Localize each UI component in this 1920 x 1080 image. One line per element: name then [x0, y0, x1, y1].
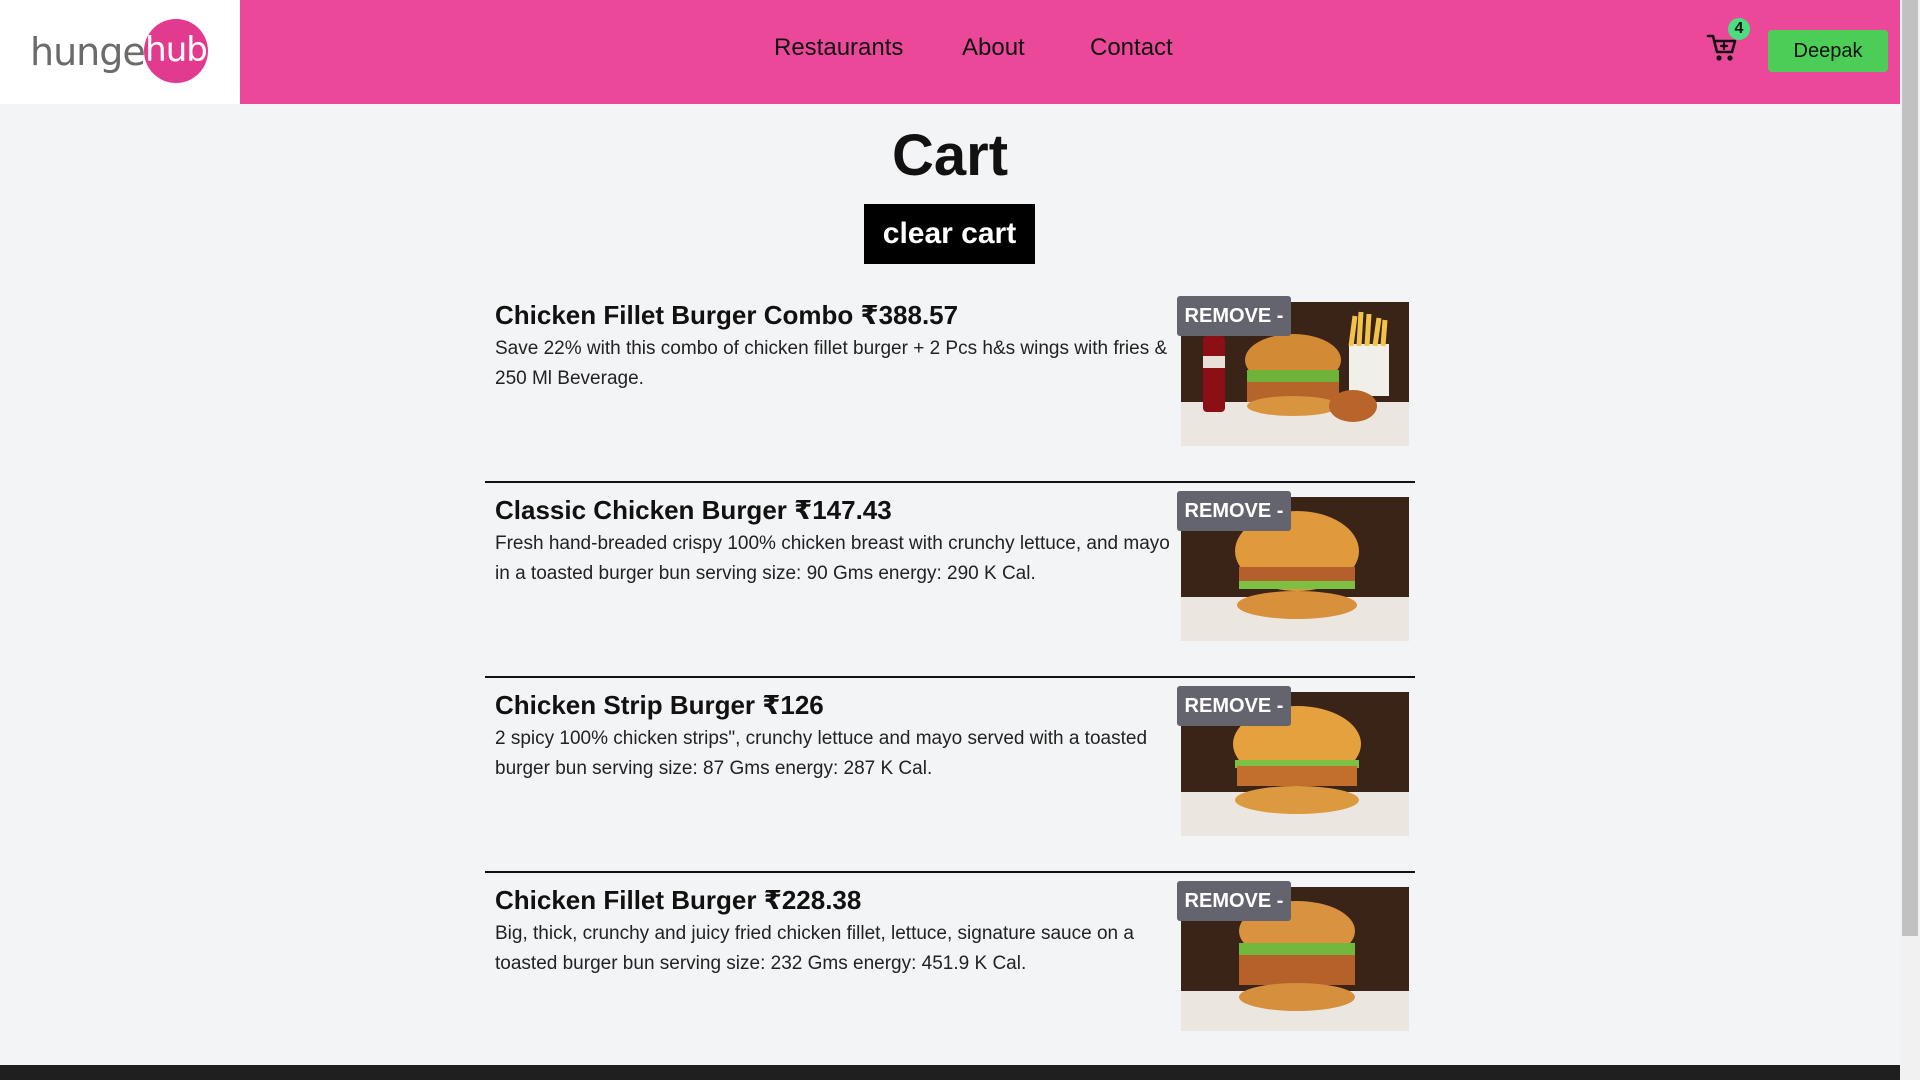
item-title: Chicken Strip Burger ₹126	[495, 690, 824, 720]
logo-text-hunger: hunger	[30, 30, 160, 74]
top-navbar: hunger hub Restaurants About Contact 4 D…	[0, 0, 1900, 104]
item-title: Classic Chicken Burger ₹147.43	[495, 495, 892, 525]
item-title: Chicken Fillet Burger Combo ₹388.57	[495, 300, 959, 330]
cart-item: Chicken Fillet Burger ₹228.38 Big, thick…	[485, 873, 1415, 1068]
nav-restaurants-link[interactable]: Restaurants	[774, 34, 903, 62]
logo[interactable]: hunger hub	[0, 0, 240, 104]
clear-cart-button[interactable]: clear cart	[864, 204, 1035, 264]
item-description: Big, thick, crunchy and juicy fried chic…	[495, 923, 1134, 974]
item-description: Fresh hand-breaded crispy 100% chicken b…	[495, 533, 1170, 584]
remove-item-button[interactable]: REMOVE -	[1177, 296, 1291, 336]
scrollbar[interactable]	[1900, 0, 1920, 1080]
cart-item: Classic Chicken Burger ₹147.43 Fresh han…	[485, 483, 1415, 678]
cart-item: Chicken Fillet Burger Combo ₹388.57 Save…	[485, 288, 1415, 483]
item-description: 2 spicy 100% chicken strips", crunchy le…	[495, 728, 1148, 779]
item-description: Save 22% with this combo of chicken fill…	[495, 338, 1168, 389]
nav-about-link[interactable]: About	[962, 34, 1025, 62]
remove-item-button[interactable]: REMOVE -	[1177, 686, 1291, 726]
logo-text-hub: hub	[145, 30, 208, 70]
footer	[0, 1065, 1900, 1080]
nav-contact-link[interactable]: Contact	[1090, 34, 1173, 62]
item-title: Chicken Fillet Burger ₹228.38	[495, 885, 862, 915]
cart-count-badge: 4	[1728, 18, 1750, 40]
remove-item-button[interactable]: REMOVE -	[1177, 491, 1291, 531]
scrollbar-thumb[interactable]	[1902, 0, 1918, 936]
user-button[interactable]: Deepak	[1768, 30, 1888, 72]
page-title: Cart	[891, 123, 1009, 188]
cart-item: Chicken Strip Burger ₹126 2 spicy 100% c…	[485, 678, 1415, 873]
remove-item-button[interactable]: REMOVE -	[1177, 881, 1291, 921]
